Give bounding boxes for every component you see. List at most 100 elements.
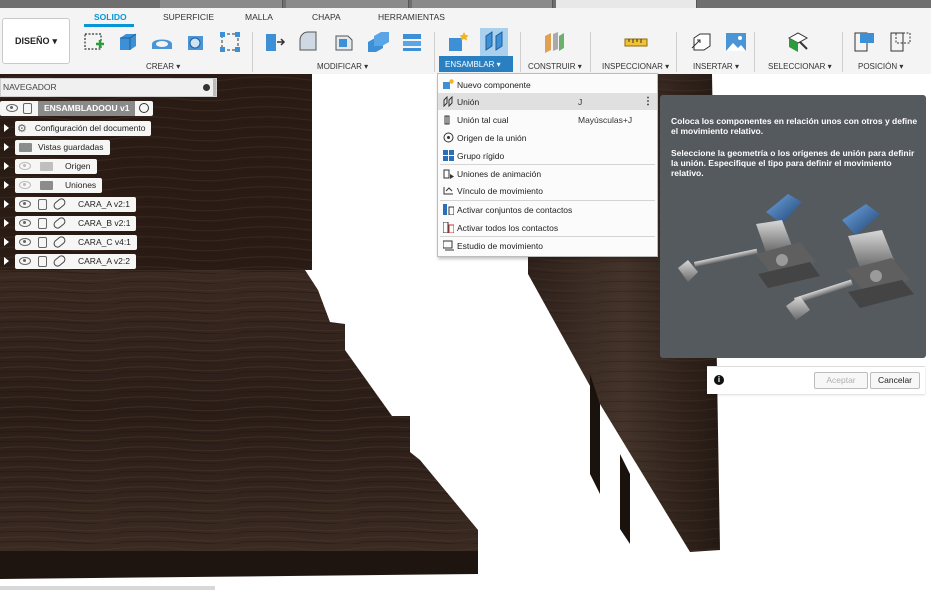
root-component-label: ENSAMBLADOOU v1 — [38, 100, 136, 116]
construct-plane-icon[interactable] — [542, 30, 566, 54]
visibility-eye-icon[interactable] — [19, 257, 31, 265]
expand-triangle-icon[interactable] — [4, 238, 9, 246]
group-label-modificar[interactable]: MODIFICAR ▾ — [317, 62, 368, 71]
document-tab[interactable] — [412, 0, 553, 8]
group-label-ensamblar[interactable]: ENSAMBLAR ▾ — [439, 56, 513, 72]
menu-item-joint-origin[interactable]: Origen de la unión — [438, 129, 657, 146]
folder-icon — [40, 180, 53, 190]
align-icon[interactable] — [400, 30, 424, 54]
activate-radio-icon[interactable] — [139, 103, 150, 113]
more-options-icon[interactable]: ⋮ — [643, 96, 653, 107]
component-icon — [38, 255, 47, 267]
visibility-eye-icon[interactable] — [19, 200, 31, 208]
joint-origin-icon — [443, 132, 454, 143]
tooltip-instructions: Seleccione la geometría o los orígenes d… — [671, 148, 915, 178]
revolve-icon[interactable] — [150, 30, 174, 54]
visibility-eye-icon[interactable] — [19, 181, 31, 189]
folder-icon — [19, 142, 32, 152]
cancel-button[interactable]: Cancelar — [870, 372, 920, 389]
combine-icon[interactable] — [366, 30, 390, 54]
navigator-item-saved-views[interactable]: Vistas guardadas — [0, 139, 110, 155]
menu-item-motion-link[interactable]: Vínculo de movimiento — [438, 182, 657, 199]
menu-item-rigid-group[interactable]: Grupo rígido — [438, 147, 657, 164]
toggle-clamp-illustration — [678, 194, 914, 320]
group-label-seleccionar[interactable]: SELECCIONAR ▾ — [768, 62, 832, 71]
expand-triangle-icon[interactable] — [4, 257, 9, 265]
visibility-eye-icon[interactable] — [19, 238, 31, 246]
link-icon — [51, 234, 68, 250]
document-tab[interactable] — [160, 0, 283, 8]
menu-item-enable-all-contact[interactable]: Activar todos los contactos — [438, 219, 657, 236]
tab-malla[interactable]: MALLA — [245, 12, 273, 22]
active-tab-indicator — [84, 24, 134, 27]
visibility-eye-icon[interactable] — [19, 219, 31, 227]
document-tab-active[interactable] — [556, 0, 697, 8]
measure-icon[interactable] — [624, 30, 648, 54]
capture-position-icon[interactable] — [852, 30, 876, 54]
tab-herramientas[interactable]: HERRAMIENTAS — [378, 12, 445, 22]
group-label-inspeccionar[interactable]: INSPECCIONAR ▾ — [602, 62, 669, 71]
assembly-component-icon — [23, 102, 32, 114]
expand-triangle-icon[interactable] — [4, 181, 9, 189]
tab-superficie[interactable]: SUPERFICIE — [163, 12, 214, 22]
pattern-icon[interactable] — [218, 30, 242, 54]
group-label-posicion[interactable]: POSICIÓN ▾ — [858, 62, 903, 71]
tab-solido[interactable]: SOLIDO — [94, 12, 127, 22]
tab-chapa[interactable]: CHAPA — [312, 12, 341, 22]
press-pull-icon[interactable] — [262, 30, 286, 54]
folder-icon — [40, 161, 53, 171]
insert-canvas-icon[interactable] — [724, 30, 748, 54]
navigator-pin-icon[interactable] — [203, 84, 210, 91]
info-icon[interactable]: i — [714, 375, 724, 385]
chamfer-icon[interactable] — [332, 30, 356, 54]
menu-item-new-component[interactable]: Nuevo componente — [438, 76, 657, 93]
navigator-item-component[interactable]: CARA_B v2:1 — [0, 215, 137, 231]
fillet-icon[interactable] — [296, 30, 320, 54]
extrude-icon[interactable] — [116, 30, 140, 54]
menu-item-motion-study[interactable]: Estudio de movimiento — [438, 237, 657, 254]
component-icon — [38, 217, 47, 229]
visibility-eye-icon[interactable] — [19, 162, 31, 170]
insert-derive-icon[interactable] — [690, 30, 714, 54]
expand-triangle-icon[interactable] — [4, 200, 9, 208]
document-tab[interactable] — [286, 0, 409, 8]
navigator-item-document-settings[interactable]: ⚙ Configuración del documento — [0, 120, 152, 136]
shell-icon[interactable] — [184, 30, 208, 54]
rigid-group-icon — [443, 150, 454, 161]
menu-item-enable-contact-sets[interactable]: Activar conjuntos de contactos — [438, 201, 657, 218]
component-icon — [38, 236, 47, 248]
gear-icon: ⚙ — [17, 122, 27, 135]
new-component-icon[interactable] — [446, 30, 470, 54]
navigator-collapse-handle[interactable] — [213, 79, 216, 96]
navigator-root[interactable]: ENSAMBLADOOU v1 — [0, 100, 154, 116]
ensamblar-dropdown-menu: Nuevo componente Unión J ⋮ Unión tal cua… — [437, 73, 658, 257]
group-label-crear[interactable]: CREAR ▾ — [146, 62, 180, 71]
new-component-icon — [443, 79, 454, 89]
menu-item-as-built-joint[interactable]: Unión tal cual Mayúsculas+J — [438, 111, 657, 128]
all-contact-icon — [443, 222, 454, 233]
joint-icon[interactable] — [480, 28, 508, 56]
group-label-construir[interactable]: CONSTRUIR ▾ — [528, 62, 582, 71]
visibility-eye-icon[interactable] — [6, 104, 18, 112]
expand-triangle-icon[interactable] — [4, 219, 9, 227]
expand-triangle-icon[interactable] — [4, 162, 9, 170]
menu-item-joint[interactable]: Unión J ⋮ — [438, 93, 657, 110]
select-icon[interactable] — [786, 30, 810, 54]
navigator-header[interactable]: NAVEGADOR — [0, 78, 217, 97]
navigator-item-joints[interactable]: Uniones — [0, 177, 103, 193]
revert-position-icon[interactable] — [888, 30, 912, 54]
expand-triangle-icon[interactable] — [4, 143, 9, 151]
group-label-insertar[interactable]: INSERTAR ▾ — [693, 62, 739, 71]
navigator-item-origin[interactable]: Origen — [0, 158, 97, 174]
accept-button[interactable]: Aceptar — [814, 372, 868, 389]
navigator-item-component[interactable]: CARA_C v4:1 — [0, 234, 137, 250]
animate-joints-icon — [443, 169, 454, 179]
navigator-item-component[interactable]: CARA_A v2:2 — [0, 253, 136, 269]
document-tab-strip — [0, 0, 931, 8]
link-icon — [51, 215, 68, 231]
navigator-item-component[interactable]: CARA_A v2:1 — [0, 196, 136, 212]
expand-triangle-icon[interactable] — [4, 124, 9, 132]
create-sketch-icon[interactable] — [82, 30, 106, 54]
menu-item-animate-joints[interactable]: Uniones de animación — [438, 165, 657, 182]
workspace-switcher-button[interactable]: DISEÑO ▾ — [2, 18, 70, 64]
